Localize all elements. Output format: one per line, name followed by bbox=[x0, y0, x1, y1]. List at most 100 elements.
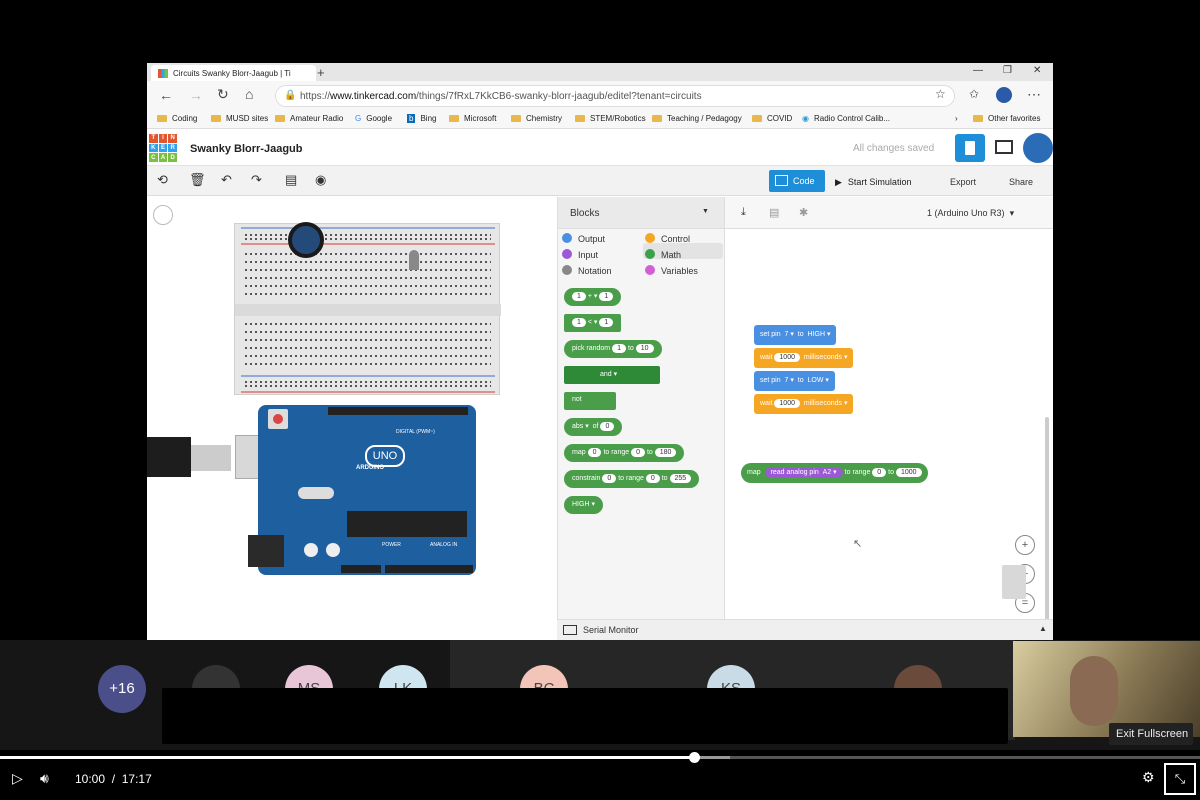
state-dropdown[interactable]: LOW bbox=[808, 377, 824, 384]
component-list-icon[interactable] bbox=[995, 140, 1013, 154]
browser-tab[interactable]: Circuits Swanky Blorr-Jaagub | Ti bbox=[151, 65, 316, 81]
bookmark-teaching[interactable]: Teaching / Pedagogy bbox=[652, 114, 742, 123]
vertical-scrollbar[interactable] bbox=[1045, 417, 1049, 640]
set-pin-block[interactable]: set pin 7 ▾ to HIGH ▾ bbox=[754, 325, 837, 345]
set-pin-block[interactable]: set pin 7 ▾ to LOW ▾ bbox=[754, 371, 835, 391]
bookmark-amateur-radio[interactable]: Amateur Radio bbox=[275, 114, 343, 123]
high-low-block[interactable]: HIGH ▾ bbox=[564, 496, 603, 514]
arduino-uno[interactable]: DIGITAL (PWM~) ARDUINO POWER ANALOG IN bbox=[248, 405, 476, 575]
more-participants-button[interactable]: +16 bbox=[98, 665, 146, 713]
restore-icon[interactable]: ❐ bbox=[1003, 65, 1012, 76]
map-block[interactable]: map 0 to range 0 to 180 bbox=[564, 444, 685, 462]
project-title[interactable]: Swanky Blorr-Jaagub bbox=[190, 143, 302, 155]
breadboard[interactable] bbox=[234, 223, 501, 395]
start-simulation-button[interactable]: ▶ Start Simulation bbox=[835, 177, 911, 188]
bookmark-bing[interactable]: b Bing bbox=[407, 114, 436, 123]
settings-gear-icon[interactable]: ⚙ bbox=[1142, 769, 1155, 786]
code-button[interactable]: Code bbox=[769, 170, 825, 192]
bookmark-other-favorites[interactable]: Other favorites bbox=[973, 114, 1040, 123]
value-input[interactable]: 0 bbox=[645, 474, 660, 483]
serial-monitor-bar[interactable]: Serial Monitor ▲ bbox=[557, 619, 1053, 640]
logic-not-block[interactable]: not bbox=[564, 392, 616, 410]
category-math[interactable]: Math bbox=[645, 249, 681, 260]
more-icon[interactable]: ⋯ bbox=[1027, 86, 1041, 103]
exit-fullscreen-button[interactable]: ⤡ bbox=[1164, 763, 1196, 795]
potentiometer[interactable] bbox=[288, 222, 324, 258]
new-tab-icon[interactable]: + bbox=[317, 65, 325, 80]
logic-and-block[interactable]: and ▾ bbox=[564, 366, 660, 384]
value-input[interactable]: 180 bbox=[654, 448, 677, 457]
pick-random-block[interactable]: pick random 1 to 10 bbox=[564, 340, 662, 358]
category-control[interactable]: Control bbox=[645, 233, 690, 244]
scrubber-handle[interactable] bbox=[689, 752, 700, 763]
home-icon[interactable]: ⌂ bbox=[245, 86, 253, 102]
operand-input[interactable]: 1 bbox=[572, 292, 586, 301]
bookmark-chemistry[interactable]: Chemistry bbox=[511, 114, 562, 123]
bookmark-musd-sites[interactable]: MUSD sites bbox=[211, 114, 268, 123]
visibility-icon[interactable]: ◉ bbox=[315, 172, 326, 188]
bookmark-microsoft[interactable]: Microsoft bbox=[449, 114, 496, 123]
device-dropdown[interactable]: 1 (Arduino Uno R3) ▾ bbox=[927, 208, 1014, 219]
wait-block[interactable]: wait 1000 milliseconds ▾ bbox=[754, 394, 854, 414]
autodesk-avatar[interactable] bbox=[1023, 133, 1053, 163]
notes-icon[interactable]: ▤ bbox=[285, 172, 297, 188]
zoom-in-icon[interactable]: + bbox=[1015, 535, 1035, 555]
export-button[interactable]: Export bbox=[950, 177, 976, 187]
volume-icon[interactable]: 🔊︎ bbox=[40, 770, 49, 787]
wait-block[interactable]: wait 1000 milliseconds ▾ bbox=[754, 348, 854, 368]
forward-icon[interactable]: → bbox=[189, 87, 203, 103]
bookmarks-overflow-icon[interactable]: › bbox=[955, 114, 958, 123]
wait-value-input[interactable]: 1000 bbox=[774, 353, 800, 362]
debug-icon[interactable]: ✱ bbox=[799, 206, 808, 219]
math-add-block[interactable]: 1 + ▾ 1 bbox=[564, 288, 622, 306]
rotate-icon[interactable]: ⟲ bbox=[157, 172, 168, 188]
unit-dropdown[interactable]: milliseconds bbox=[804, 400, 842, 407]
unit-dropdown[interactable]: milliseconds bbox=[804, 354, 842, 361]
bookmark-google[interactable]: G Google bbox=[355, 114, 392, 123]
favorites-icon[interactable]: ✩ bbox=[969, 87, 979, 101]
constrain-block[interactable]: constrain 0 to range 0 to 255 bbox=[564, 470, 700, 488]
download-icon[interactable]: ⤓ bbox=[741, 206, 746, 219]
state-dropdown[interactable]: HIGH bbox=[808, 331, 826, 338]
code-workspace[interactable]: ⤓ ▤ ✱ 1 (Arduino Uno R3) ▾ set pin 7 ▾ t… bbox=[724, 197, 1053, 640]
upload-icon[interactable]: ▤ bbox=[769, 206, 779, 219]
value-input[interactable]: 0 bbox=[602, 474, 617, 483]
category-variables[interactable]: Variables bbox=[645, 265, 698, 276]
map-analog-block[interactable]: map read analog pin A2 ▾ to range 0 to 1… bbox=[741, 463, 928, 483]
redo-icon[interactable]: ↷ bbox=[251, 172, 262, 188]
category-output[interactable]: Output bbox=[562, 233, 605, 244]
range-max-input[interactable]: 1000 bbox=[895, 468, 922, 477]
wait-value-input[interactable]: 1000 bbox=[774, 399, 800, 408]
bookmark-coding[interactable]: Coding bbox=[157, 114, 197, 123]
fit-view-icon[interactable] bbox=[153, 205, 173, 225]
category-notation[interactable]: Notation bbox=[562, 265, 612, 276]
pin-dropdown[interactable]: 7 bbox=[785, 377, 789, 384]
trash-icon[interactable] bbox=[1002, 565, 1026, 599]
bookmark-stem-robotics[interactable]: STEM/Robotics bbox=[575, 114, 646, 123]
value-input[interactable]: 0 bbox=[600, 422, 615, 431]
play-icon[interactable]: ▷ bbox=[12, 770, 23, 787]
value-input[interactable]: 0 bbox=[631, 448, 645, 457]
read-analog-pin-block[interactable]: read analog pin A2 ▾ bbox=[764, 468, 843, 477]
category-input[interactable]: Input bbox=[562, 249, 598, 260]
value-input[interactable]: 0 bbox=[587, 448, 602, 457]
value-input[interactable]: 255 bbox=[669, 474, 692, 483]
back-icon[interactable]: ← bbox=[159, 87, 173, 103]
bookmark-covid[interactable]: COVID bbox=[752, 114, 792, 123]
led[interactable] bbox=[409, 250, 419, 270]
blocks-dropdown[interactable]: Blocks ▼ bbox=[558, 197, 725, 229]
delete-icon[interactable]: 🗑 bbox=[189, 172, 206, 188]
tinkercad-logo[interactable]: T I N K E R C A D bbox=[149, 134, 177, 162]
refresh-icon[interactable]: ↻ bbox=[217, 86, 229, 103]
profile-avatar[interactable] bbox=[996, 87, 1012, 103]
undo-icon[interactable]: ↶ bbox=[221, 172, 232, 188]
url-input[interactable]: 🔒 https://www.tinkercad.com/things/7fRxL… bbox=[275, 85, 955, 107]
reset-button[interactable] bbox=[268, 409, 288, 429]
operand-input[interactable]: 1 bbox=[599, 292, 614, 301]
bookmark-radio-control[interactable]: ◉ Radio Control Calib... bbox=[802, 114, 890, 123]
share-button[interactable]: Share bbox=[1009, 177, 1033, 187]
max-input[interactable]: 10 bbox=[635, 344, 654, 353]
math-compare-block[interactable]: 1 < ▾ 1 bbox=[564, 314, 622, 332]
abs-block[interactable]: abs ▾ of 0 bbox=[564, 418, 623, 436]
operand-input[interactable]: 1 bbox=[572, 318, 586, 327]
